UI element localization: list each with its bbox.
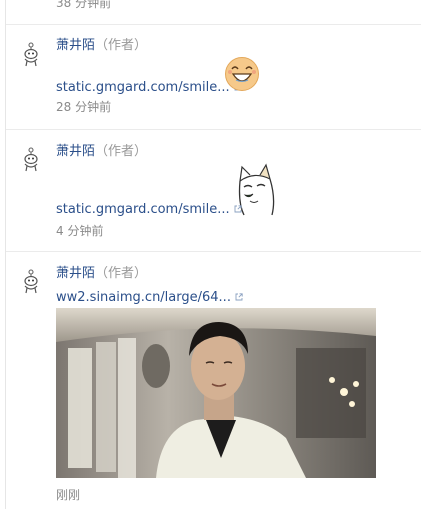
- laughing-face-sticker: [225, 57, 259, 91]
- comment-item: 萧井陌（作者） ww2.sinaimg.cn/large/64... 刚刚: [6, 252, 421, 509]
- comment-author[interactable]: 萧井陌（作者）: [56, 144, 147, 160]
- comment-link[interactable]: ww2.sinaimg.cn/large/64...: [56, 290, 243, 306]
- author-role: （作者）: [95, 144, 148, 159]
- comment-item: 萧井陌（作者） static.gmgard.com/smile... 28 分钟…: [6, 25, 421, 129]
- comment-link[interactable]: static.gmgard.com/smile...: [56, 80, 242, 96]
- author-role: （作者）: [95, 38, 148, 53]
- comment-item: 萧井陌（作者） static.gmgard.com/smile... 4 分钟前: [6, 130, 421, 251]
- comment-link[interactable]: static.gmgard.com/smile...: [56, 202, 242, 218]
- author-name[interactable]: 萧井陌: [56, 266, 95, 281]
- author-name[interactable]: 萧井陌: [56, 144, 95, 159]
- link-text[interactable]: ww2.sinaimg.cn/large/64...: [56, 290, 231, 305]
- comment-author[interactable]: 萧井陌（作者）: [56, 266, 147, 282]
- comment-time: 28 分钟前: [56, 100, 112, 114]
- link-text[interactable]: static.gmgard.com/smile...: [56, 80, 230, 95]
- comment-image[interactable]: [56, 308, 376, 478]
- external-link-icon: [234, 205, 242, 213]
- comment-feed: 38 分钟前 萧井陌（作者） static.gmgard.com/smile..…: [0, 0, 421, 509]
- comment-time: 4 分钟前: [56, 224, 104, 238]
- avatar[interactable]: [20, 146, 42, 172]
- man-in-white-suit-photo: [56, 308, 376, 478]
- author-role: （作者）: [95, 266, 148, 281]
- comment-time-previous: 38 分钟前: [56, 0, 112, 10]
- link-text[interactable]: static.gmgard.com/smile...: [56, 202, 230, 217]
- comment-author[interactable]: 萧井陌（作者）: [56, 38, 147, 54]
- comment-time: 刚刚: [56, 488, 81, 502]
- avatar[interactable]: [20, 268, 42, 294]
- external-link-icon: [235, 293, 243, 301]
- author-name[interactable]: 萧井陌: [56, 38, 95, 53]
- avatar[interactable]: [20, 41, 42, 67]
